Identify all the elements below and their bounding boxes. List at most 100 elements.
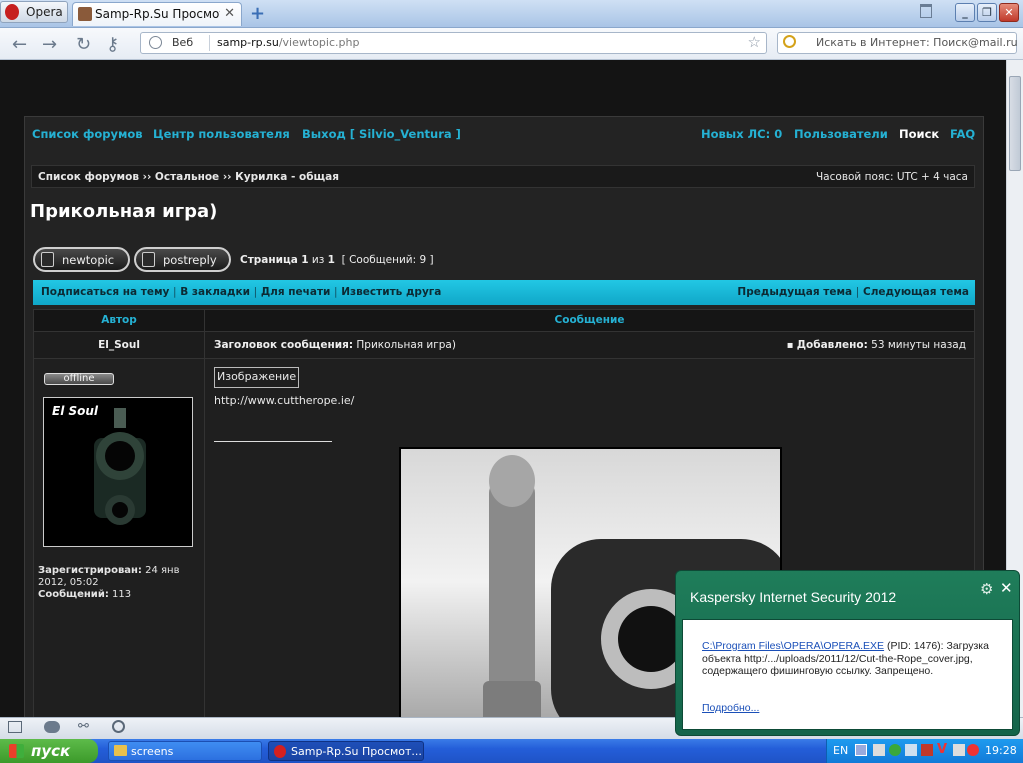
page-title[interactable]: Прикольная игра) <box>30 201 217 222</box>
taskbar-item-screens[interactable]: screens <box>108 741 262 761</box>
bookmark-link[interactable]: В закладки <box>180 286 250 298</box>
speedometer-icon[interactable] <box>112 720 125 733</box>
gun-barrel-icon <box>94 408 146 525</box>
close-window-button[interactable]: ✕ <box>999 3 1019 22</box>
notification-message: C:\Program Files\OPERA\OPERA.EXE (PID: 1… <box>702 640 1000 678</box>
post-header-row: El_Soul Заголовок сообщения: Прикольная … <box>34 332 974 359</box>
notify-friend-link[interactable]: Известить друга <box>341 286 441 298</box>
page-total: 1 <box>327 254 335 266</box>
notification-body: C:\Program Files\OPERA\OPERA.EXE (PID: 1… <box>682 619 1013 730</box>
topic-action-bar: Подписаться на тему | В закладки | Для п… <box>33 280 975 305</box>
url-domain: samp-rp.su <box>217 36 279 49</box>
windows-taskbar: пуск screens Samp-Rp.Su Просмот... EN V … <box>0 739 1023 763</box>
bookmark-star-icon[interactable]: ☆ <box>748 33 761 51</box>
pagination-info: Страница 1 из 1 [ Сообщений: 9 ] <box>240 254 434 266</box>
url-field[interactable]: Веб samp-rp.su/viewtopic.php ☆ <box>140 32 767 54</box>
browser-tab-active[interactable]: Samp-Rp.Su Просмотр т... ✕ <box>72 2 242 26</box>
post-table-header: Автор Сообщение <box>34 310 974 332</box>
breadcrumb: Список форумов ›› Остальное ›› Курилка -… <box>31 165 975 188</box>
nav-faq-link[interactable]: FAQ <box>950 127 975 141</box>
minimize-window-button[interactable]: _ <box>955 3 975 22</box>
key-icon[interactable]: ⚷ <box>106 34 119 55</box>
trash-icon[interactable] <box>920 4 932 18</box>
signature-divider <box>214 441 332 442</box>
new-topic-label: newtopic <box>62 253 115 267</box>
scrollbar-thumb[interactable] <box>1009 76 1021 171</box>
nav-forum-list-link[interactable]: Список форумов <box>32 127 143 141</box>
topic-actions-right: Предыдущая тема | Следующая тема <box>737 286 969 298</box>
tab-close-icon[interactable]: ✕ <box>224 6 235 21</box>
new-topic-button[interactable]: newtopic <box>33 247 130 272</box>
taskbar-item-label: Samp-Rp.Su Просмот... <box>291 745 422 758</box>
process-path-link[interactable]: C:\Program Files\OPERA\OPERA.EXE <box>702 640 884 652</box>
kaspersky-notification: Kaspersky Internet Security 2012 ⚙ ✕ C:\… <box>675 570 1020 736</box>
system-tray: EN V 19:28 <box>826 739 1023 763</box>
panel-toggle-icon[interactable] <box>8 721 22 733</box>
utorrent-icon[interactable] <box>889 744 901 756</box>
gear-icon[interactable]: ⚙ <box>980 580 993 598</box>
language-indicator[interactable]: EN <box>833 744 848 757</box>
cloud-icon[interactable] <box>44 721 60 733</box>
added-label: Добавлено: <box>796 339 868 351</box>
favicon-icon <box>78 7 92 21</box>
clock: 19:28 <box>985 744 1017 757</box>
search-placeholder: Искать в Интернет: Поиск@mail.ru <box>816 36 1018 49</box>
post-reply-button[interactable]: postreply <box>134 247 231 272</box>
notification-title: Kaspersky Internet Security 2012 <box>690 589 897 605</box>
taskbar-item-opera[interactable]: Samp-Rp.Su Просмот... <box>268 741 424 761</box>
post-link[interactable]: http://www.cuttherope.ie/ <box>214 394 354 407</box>
globe-icon <box>149 36 162 49</box>
back-icon[interactable]: ← <box>12 34 27 55</box>
new-tab-icon[interactable]: + <box>250 3 265 24</box>
antivirus-icon[interactable]: V <box>937 742 947 757</box>
breadcrumb-path[interactable]: Список форумов ›› Остальное ›› Курилка -… <box>38 171 339 183</box>
nav-search-link[interactable]: Поиск <box>899 127 939 141</box>
nav-user-center-link[interactable]: Центр пользователя <box>153 127 290 141</box>
start-button[interactable]: пуск <box>0 739 98 763</box>
post-author-name[interactable]: El_Soul <box>34 332 205 358</box>
opera-tray-icon[interactable] <box>967 744 979 756</box>
next-topic-link[interactable]: Следующая тема <box>863 286 969 298</box>
browser-tab-bar: Opera Samp-Rp.Su Просмотр т... ✕ + _ ❐ ✕ <box>0 0 1023 28</box>
opera-menu-label: Opera <box>26 5 63 19</box>
nav-users-link[interactable]: Пользователи <box>794 127 888 141</box>
timezone-label: Часовой пояс: UTC + 4 часа <box>815 171 968 183</box>
restore-window-button[interactable]: ❐ <box>977 3 997 22</box>
print-link[interactable]: Для печати <box>261 286 331 298</box>
post-icon[interactable]: ▪ <box>787 340 794 351</box>
address-prefix: Веб <box>172 36 194 49</box>
opera-menu-button[interactable]: Opera <box>0 1 68 23</box>
url-text: samp-rp.su/viewtopic.php <box>217 36 359 49</box>
image-placeholder[interactable]: Изображение <box>214 367 300 388</box>
search-field[interactable]: Искать в Интернет: Поиск@mail.ru <box>777 32 1018 54</box>
browser-address-bar: ← → ↻ ⚷ Веб samp-rp.su/viewtopic.php ☆ И… <box>0 28 1023 60</box>
tray-app-icon[interactable] <box>905 744 917 756</box>
previous-topic-link[interactable]: Предыдущая тема <box>737 286 852 298</box>
reload-icon[interactable]: ↻ <box>76 34 91 55</box>
document-icon <box>41 252 54 267</box>
added-value: 53 минуты назад <box>871 339 966 351</box>
avatar: El Soul <box>43 397 193 547</box>
network-icon[interactable] <box>855 744 867 756</box>
start-label: пуск <box>31 742 71 760</box>
subscribe-link[interactable]: Подписаться на тему <box>41 286 169 298</box>
subject-value[interactable]: Прикольная игра) <box>356 339 456 351</box>
opera-logo-icon <box>274 745 286 758</box>
close-icon[interactable]: ✕ <box>1000 579 1013 597</box>
monitor-icon[interactable] <box>953 744 965 756</box>
post-reply-label: postreply <box>163 253 217 267</box>
display-icon[interactable] <box>873 744 885 756</box>
tab-title: Samp-Rp.Su Просмотр т... <box>95 7 220 21</box>
column-message: Сообщение <box>554 314 625 326</box>
details-link[interactable]: Подробно... <box>702 702 759 714</box>
nav-logout-link[interactable]: Выход [ Silvio_Ventura ] <box>302 127 461 141</box>
taskbar-item-label: screens <box>131 745 174 758</box>
unite-icon[interactable]: ⚯ <box>78 719 89 734</box>
nav-new-pm-link[interactable]: Новых ЛС: 0 <box>701 127 782 141</box>
registered-label: Зарегистрирован: <box>38 565 142 576</box>
status-badge: offline <box>44 373 114 385</box>
opera-logo-icon <box>5 4 19 20</box>
kaspersky-tray-icon[interactable] <box>921 744 933 756</box>
forward-icon[interactable]: → <box>42 34 57 55</box>
url-path: /viewtopic.php <box>278 36 360 49</box>
